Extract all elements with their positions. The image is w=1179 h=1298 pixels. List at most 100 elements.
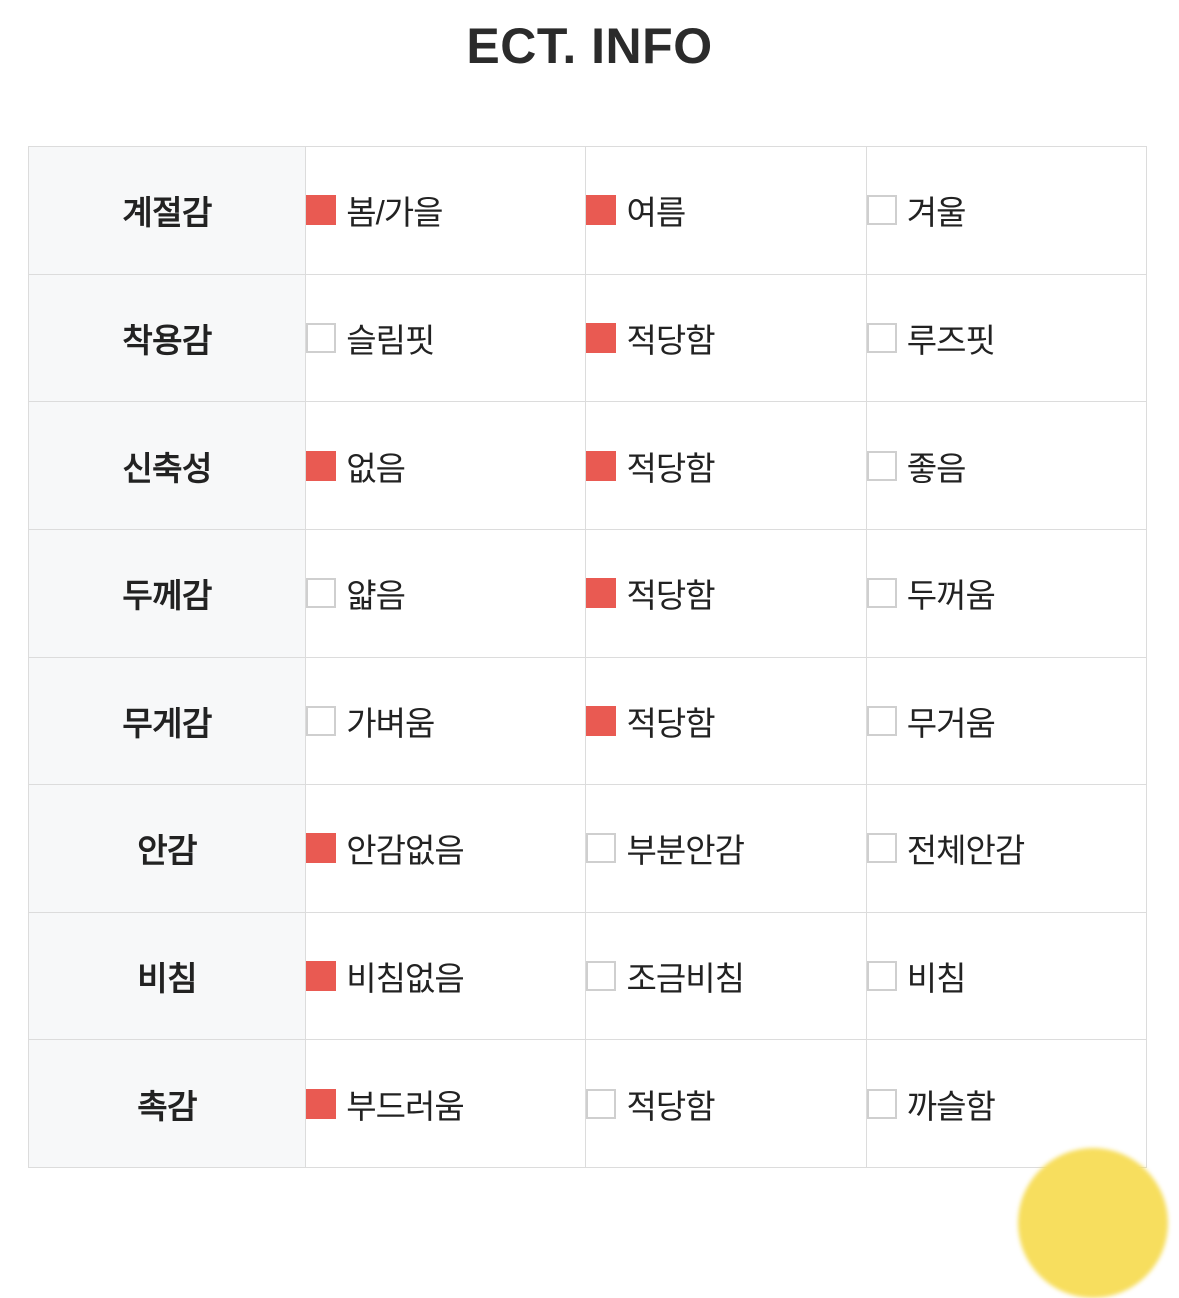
- checkbox-checked-icon[interactable]: [306, 961, 337, 992]
- option-label: 전체안감: [906, 832, 1025, 870]
- option-cell[interactable]: 좋음: [865, 401, 1148, 530]
- checkbox-option[interactable]: 적당함: [586, 697, 865, 745]
- option-label: 까슬함: [906, 1087, 996, 1125]
- option-label: 적당함: [626, 321, 715, 359]
- checkbox-unchecked-icon[interactable]: [306, 322, 337, 353]
- checkbox-unchecked-icon[interactable]: [586, 833, 617, 864]
- checkbox-option[interactable]: 비침: [866, 952, 1146, 1000]
- checkbox-checked-icon[interactable]: [586, 578, 617, 609]
- checkbox-option[interactable]: 적당함: [586, 442, 865, 490]
- checkbox-unchecked-icon[interactable]: [866, 961, 897, 992]
- option-label: 비침: [906, 960, 967, 998]
- row-label-8: 촉감: [27, 1039, 307, 1168]
- option-cell[interactable]: 무거움: [865, 656, 1148, 786]
- checkbox-option[interactable]: 조금비침: [586, 952, 865, 1000]
- option-label: 좋음: [906, 449, 967, 487]
- checkbox-option[interactable]: 무거움: [866, 697, 1146, 745]
- checkbox-checked-icon[interactable]: [586, 450, 617, 481]
- row-label-5: 무게감: [27, 656, 307, 786]
- checkbox-option[interactable]: 안감없음: [306, 824, 585, 872]
- row-label-2: 착용감: [27, 273, 307, 403]
- checkbox-option[interactable]: 루즈핏: [866, 314, 1146, 362]
- checkbox-checked-icon[interactable]: [586, 322, 617, 353]
- checkbox-checked-icon[interactable]: [586, 195, 617, 226]
- checkbox-option[interactable]: 겨울: [866, 186, 1146, 234]
- option-label: 적당함: [626, 449, 715, 487]
- table-row: 비침 비침없음 조금비침 비침: [27, 911, 1148, 1041]
- row-label-4: 두께감: [27, 528, 307, 658]
- checkbox-option[interactable]: 적당함: [586, 1080, 865, 1128]
- checkbox-option[interactable]: 봄/가을: [306, 186, 585, 234]
- option-label: 두꺼움: [906, 577, 996, 615]
- checkbox-option[interactable]: 적당함: [586, 314, 865, 362]
- row-label-3: 신축성: [27, 401, 307, 530]
- option-cell[interactable]: 겨울: [865, 146, 1148, 275]
- row-label-1: 계절감: [27, 146, 307, 275]
- option-cell[interactable]: 전체안감: [865, 784, 1148, 913]
- option-cell[interactable]: 가벼움: [305, 656, 587, 786]
- checkbox-option[interactable]: 얇음: [306, 569, 585, 617]
- option-cell[interactable]: 적당함: [585, 528, 867, 658]
- table-row: 촉감 부드러움 적당함 까슬함: [27, 1039, 1148, 1168]
- option-cell[interactable]: 두꺼움: [865, 528, 1148, 658]
- checkbox-unchecked-icon[interactable]: [866, 450, 897, 481]
- checkbox-unchecked-icon[interactable]: [866, 578, 897, 609]
- checkbox-option[interactable]: 좋음: [866, 442, 1146, 490]
- checkbox-option[interactable]: 두꺼움: [866, 569, 1146, 617]
- checkbox-unchecked-icon[interactable]: [866, 195, 897, 226]
- option-cell[interactable]: 적당함: [585, 401, 867, 530]
- option-label: 없음: [346, 449, 406, 487]
- checkbox-checked-icon[interactable]: [306, 195, 337, 226]
- checkbox-unchecked-icon[interactable]: [306, 578, 337, 609]
- checkbox-option[interactable]: 없음: [306, 442, 585, 490]
- checkbox-option[interactable]: 전체안감: [866, 824, 1146, 872]
- checkbox-option[interactable]: 부분안감: [586, 824, 865, 872]
- option-cell[interactable]: 비침: [865, 911, 1148, 1041]
- option-cell[interactable]: 슬림핏: [305, 273, 587, 403]
- checkbox-checked-icon[interactable]: [306, 450, 337, 481]
- checkbox-option[interactable]: 가벼움: [306, 697, 585, 745]
- option-cell[interactable]: 얇음: [305, 528, 587, 658]
- checkbox-checked-icon[interactable]: [306, 1088, 337, 1119]
- checkbox-checked-icon[interactable]: [306, 833, 337, 864]
- checkbox-unchecked-icon[interactable]: [866, 322, 897, 353]
- option-cell[interactable]: 부분안감: [585, 784, 867, 913]
- option-cell[interactable]: 비침없음: [305, 911, 587, 1041]
- checkbox-option[interactable]: 부드러움: [306, 1080, 585, 1128]
- option-cell[interactable]: 루즈핏: [865, 273, 1148, 403]
- decorative-yellow-circle: [1018, 1148, 1168, 1298]
- table-row: 두께감 얇음 적당함 두꺼움: [27, 528, 1148, 658]
- checkbox-checked-icon[interactable]: [586, 705, 617, 736]
- option-cell[interactable]: 적당함: [585, 1039, 867, 1168]
- option-label: 부분안감: [626, 832, 744, 870]
- option-label: 겨울: [906, 194, 967, 232]
- checkbox-option[interactable]: 여름: [586, 186, 865, 234]
- option-label: 가벼움: [346, 704, 435, 742]
- checkbox-unchecked-icon[interactable]: [586, 961, 617, 992]
- checkbox-unchecked-icon[interactable]: [586, 1088, 617, 1119]
- checkbox-option[interactable]: 슬림핏: [306, 314, 585, 362]
- option-label: 여름: [626, 194, 686, 232]
- checkbox-unchecked-icon[interactable]: [866, 1088, 897, 1119]
- option-cell[interactable]: 안감없음: [305, 784, 587, 913]
- option-cell[interactable]: 여름: [585, 146, 867, 275]
- option-cell[interactable]: 부드러움: [305, 1039, 587, 1168]
- option-cell[interactable]: 봄/가을: [305, 146, 587, 275]
- option-label: 적당함: [626, 1087, 715, 1125]
- table-row: 안감 안감없음 부분안감 전체안감: [27, 784, 1148, 913]
- checkbox-option[interactable]: 적당함: [586, 569, 865, 617]
- option-cell[interactable]: 없음: [305, 401, 587, 530]
- option-label: 적당함: [626, 577, 715, 615]
- row-label-6: 안감: [27, 784, 307, 913]
- option-label: 조금비침: [626, 960, 744, 998]
- option-cell[interactable]: 조금비침: [585, 911, 867, 1041]
- ect-info-table: 계절감 봄/가을 여름 겨울 착용감 슬림핏 적당함 루즈핏 신축성 없음 적당함 좋음 두께감 얇음 적당…: [27, 146, 1148, 1168]
- checkbox-unchecked-icon[interactable]: [306, 705, 337, 736]
- option-cell[interactable]: 적당함: [585, 273, 867, 403]
- checkbox-unchecked-icon[interactable]: [866, 833, 897, 864]
- option-cell[interactable]: 적당함: [585, 656, 867, 786]
- checkbox-option[interactable]: 비침없음: [306, 952, 585, 1000]
- table-row: 무게감 가벼움 적당함 무거움: [27, 656, 1148, 786]
- checkbox-option[interactable]: 까슬함: [866, 1080, 1146, 1128]
- checkbox-unchecked-icon[interactable]: [866, 705, 897, 736]
